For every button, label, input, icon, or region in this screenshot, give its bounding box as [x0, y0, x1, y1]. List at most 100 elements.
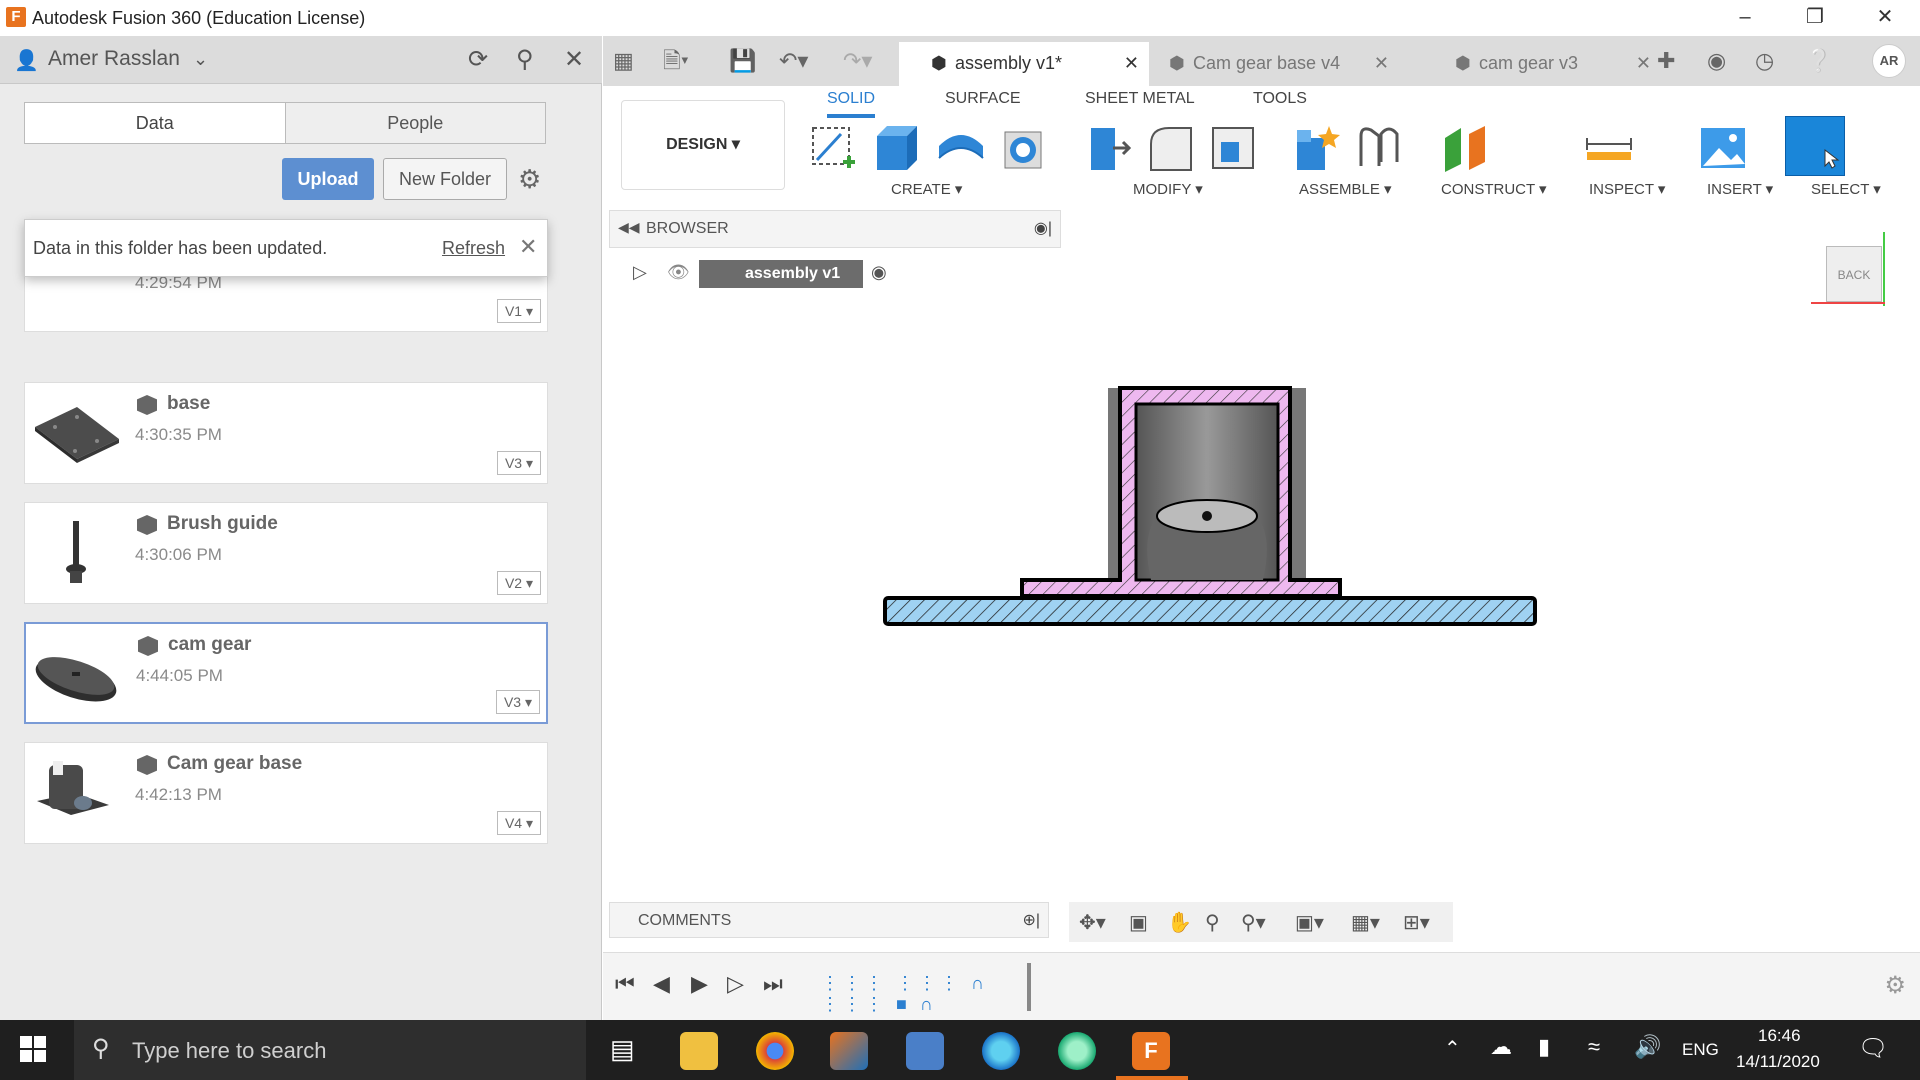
- windows-start-icon[interactable]: [20, 1036, 46, 1062]
- close-notification-icon[interactable]: ✕: [519, 234, 537, 260]
- matlab-icon[interactable]: [830, 1032, 868, 1070]
- timeline-marker[interactable]: [1027, 963, 1031, 1011]
- look-at-icon[interactable]: ▣: [1129, 910, 1148, 935]
- app-icon[interactable]: [1058, 1032, 1096, 1070]
- refresh-icon[interactable]: ⟳: [468, 45, 488, 74]
- browser-root-node[interactable]: assembly v1: [699, 260, 863, 288]
- chevron-down-icon[interactable]: ⌄: [193, 49, 208, 70]
- close-tab-icon[interactable]: ✕: [1374, 42, 1389, 84]
- inspect-menu[interactable]: INSPECT ▾: [1589, 180, 1665, 198]
- file-card-cam-gear-base[interactable]: Cam gear base 4:42:13 PM V4 ▾: [24, 742, 548, 844]
- measure-icon[interactable]: [1583, 122, 1635, 174]
- job-status-icon[interactable]: ◷: [1755, 36, 1774, 86]
- task-view-icon[interactable]: ▤: [610, 1034, 635, 1065]
- extensions-icon[interactable]: ◉: [1707, 36, 1726, 86]
- chrome-icon[interactable]: [756, 1032, 794, 1070]
- avatar[interactable]: AR: [1872, 44, 1906, 78]
- minimize-icon[interactable]: –: [1710, 0, 1780, 36]
- joint-icon[interactable]: [1353, 122, 1405, 174]
- battery-icon[interactable]: ▮: [1538, 1034, 1550, 1060]
- close-tab-icon[interactable]: ✕: [1636, 42, 1651, 84]
- add-comment-icon[interactable]: ⊕|: [1022, 910, 1040, 930]
- language-indicator[interactable]: ENG: [1682, 1040, 1719, 1060]
- gear-icon[interactable]: ⚙: [1884, 971, 1906, 1000]
- go-to-end-icon[interactable]: ⏭: [763, 971, 783, 997]
- orbit-icon[interactable]: ✥▾: [1079, 910, 1106, 935]
- play-icon[interactable]: ▶: [691, 971, 708, 997]
- refresh-link[interactable]: Refresh: [442, 238, 505, 259]
- save-icon[interactable]: 💾: [729, 36, 756, 86]
- clock-date[interactable]: 14/11/2020: [1736, 1052, 1820, 1072]
- select-menu[interactable]: SELECT ▾: [1811, 180, 1881, 198]
- file-card-base[interactable]: base 4:30:35 PM V3 ▾: [24, 382, 548, 484]
- zoom-icon[interactable]: ⚲: [1205, 910, 1220, 935]
- tab-cam-gear-base-v4[interactable]: ⬢ Cam gear base v4 ✕: [1149, 42, 1399, 86]
- model-section-view[interactable]: [879, 376, 1539, 676]
- create-menu[interactable]: CREATE ▾: [891, 180, 962, 198]
- display-settings-icon[interactable]: ▣▾: [1295, 910, 1324, 935]
- help-icon[interactable]: ❔: [1805, 36, 1832, 86]
- tab-assembly-v1[interactable]: ⬢ assembly v1* ✕: [899, 42, 1149, 86]
- taskbar-search[interactable]: ⚲ Type here to search: [74, 1020, 586, 1080]
- revolve-icon[interactable]: [935, 122, 987, 174]
- modify-menu[interactable]: MODIFY ▾: [1133, 180, 1203, 198]
- construct-menu[interactable]: CONSTRUCT ▾: [1441, 180, 1547, 198]
- shell-icon[interactable]: [999, 122, 1051, 174]
- version-dropdown[interactable]: V3 ▾: [496, 690, 540, 714]
- clock-time[interactable]: 16:46: [1758, 1026, 1801, 1046]
- file-card-cam-gear[interactable]: cam gear 4:44:05 PM V3 ▾: [24, 622, 548, 724]
- tab-tools[interactable]: TOOLS: [1253, 90, 1307, 108]
- grid-menu-icon[interactable]: ▦: [613, 36, 634, 86]
- fillet-icon[interactable]: [1145, 122, 1197, 174]
- redo-icon[interactable]: ↷▾: [843, 36, 872, 86]
- version-dropdown[interactable]: V2 ▾: [497, 571, 541, 595]
- file-explorer-icon[interactable]: [680, 1032, 718, 1070]
- offset-plane-icon[interactable]: [1439, 122, 1491, 174]
- fit-icon[interactable]: ⚲▾: [1241, 910, 1266, 935]
- volume-icon[interactable]: 🔊: [1634, 1034, 1661, 1060]
- tab-cam-gear-v3[interactable]: ⬢ cam gear v3 ✕: [1431, 42, 1661, 86]
- undo-icon[interactable]: ↶▾: [779, 36, 808, 86]
- insert-image-icon[interactable]: [1697, 122, 1749, 174]
- insert-menu[interactable]: INSERT ▾: [1707, 180, 1773, 198]
- remote-desktop-icon[interactable]: [906, 1032, 944, 1070]
- step-back-icon[interactable]: ◀: [653, 971, 670, 997]
- viewports-icon[interactable]: ⊞▾: [1403, 910, 1430, 935]
- collapse-icon[interactable]: ◀◀: [618, 219, 640, 236]
- view-cube[interactable]: BACK: [1826, 246, 1882, 302]
- assemble-menu[interactable]: ASSEMBLE ▾: [1299, 180, 1392, 198]
- close-tab-icon[interactable]: ✕: [1124, 42, 1139, 84]
- onedrive-icon[interactable]: ☁: [1490, 1034, 1512, 1060]
- extrude-icon[interactable]: [871, 122, 923, 174]
- new-folder-button[interactable]: New Folder: [383, 158, 507, 200]
- notifications-icon[interactable]: 🗨: [1858, 1034, 1888, 1063]
- search-icon[interactable]: ⚲: [516, 45, 534, 74]
- timeline-features[interactable]: ⋮⋮⋮ ⋮⋮⋮ ∩ ⋮⋮⋮ ■ ∩: [821, 973, 1021, 1014]
- expand-triangle-icon[interactable]: ▷: [633, 262, 647, 283]
- version-dropdown[interactable]: V4 ▾: [497, 811, 541, 835]
- minimize-panel-icon[interactable]: ◉|: [1034, 218, 1052, 238]
- close-panel-icon[interactable]: ✕: [564, 45, 584, 74]
- visibility-eye-icon[interactable]: 👁: [667, 262, 690, 283]
- create-sketch-icon[interactable]: [807, 122, 859, 174]
- edge-icon[interactable]: [982, 1032, 1020, 1070]
- activate-radio-icon[interactable]: ◉: [871, 262, 887, 283]
- wifi-icon[interactable]: ≈: [1588, 1034, 1600, 1060]
- file-icon[interactable]: 🗎▾: [663, 36, 689, 86]
- version-dropdown[interactable]: V3 ▾: [497, 451, 541, 475]
- gear-icon[interactable]: ⚙: [518, 164, 541, 195]
- new-component-icon[interactable]: [1289, 122, 1341, 174]
- chamfer-icon[interactable]: [1207, 122, 1259, 174]
- new-tab-icon[interactable]: ✚: [1657, 36, 1675, 86]
- press-pull-icon[interactable]: [1083, 122, 1135, 174]
- tab-people[interactable]: People: [286, 103, 546, 143]
- chevron-up-icon[interactable]: ⌃: [1444, 1036, 1461, 1061]
- upload-button[interactable]: Upload: [282, 158, 374, 200]
- workspace-switcher[interactable]: DESIGN ▾: [621, 100, 785, 190]
- fusion-taskbar-icon[interactable]: F: [1132, 1032, 1170, 1070]
- step-forward-icon[interactable]: ▷: [727, 971, 744, 997]
- restore-icon[interactable]: ❐: [1780, 0, 1850, 36]
- canvas-viewport[interactable]: ◀◀ BROWSER ◉| ▷ 👁 assembly v1 ◉ BACK COM…: [603, 202, 1920, 952]
- grid-settings-icon[interactable]: ▦▾: [1351, 910, 1380, 935]
- tab-solid[interactable]: SOLID: [827, 90, 876, 118]
